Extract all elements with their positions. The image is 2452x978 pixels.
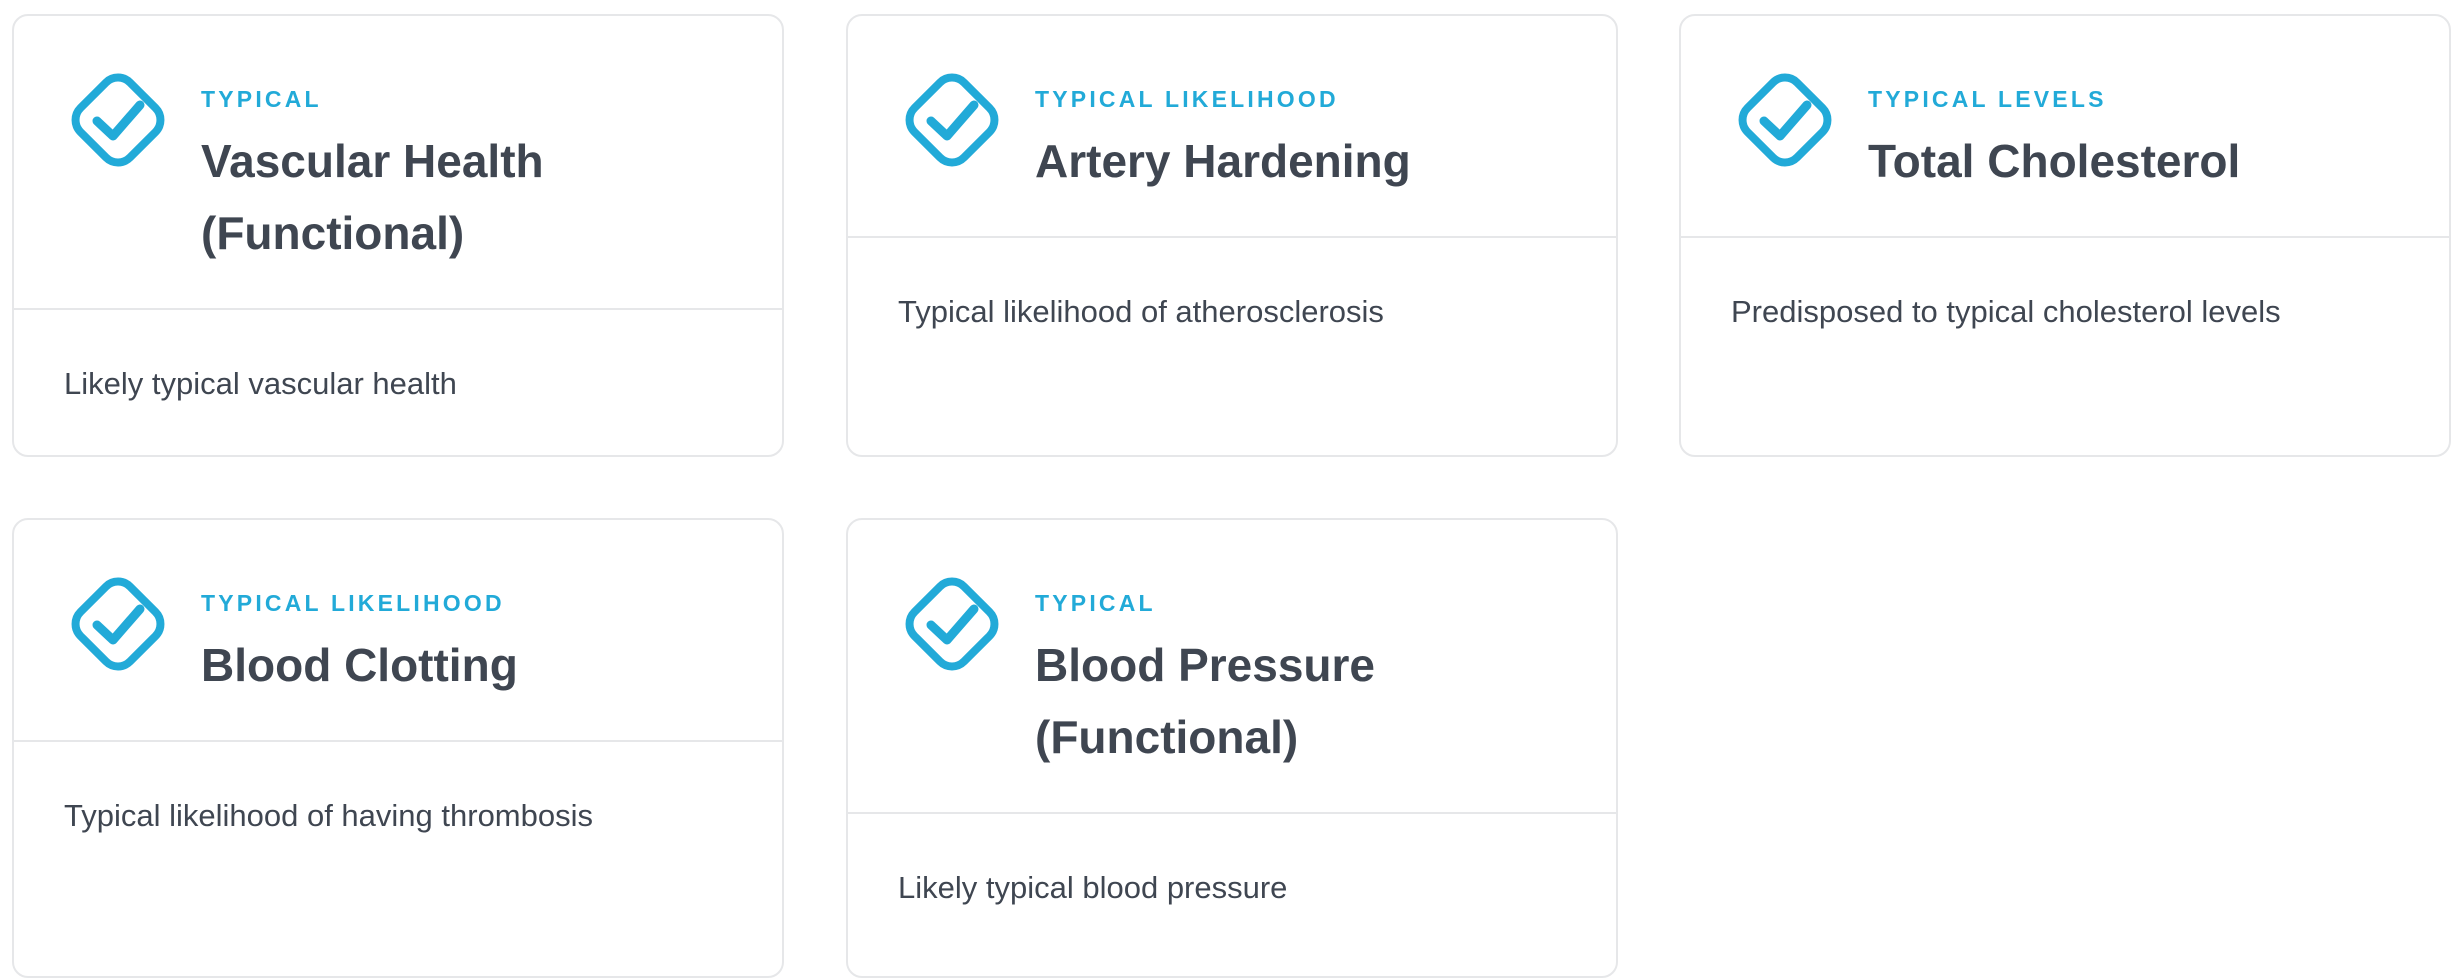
- report-card-total-cholesterol[interactable]: TYPICAL LEVELS Total Cholesterol Predisp…: [1679, 14, 2451, 457]
- check-diamond-icon: [62, 568, 174, 680]
- card-description: Typical likelihood of atherosclerosis: [898, 294, 1384, 329]
- card-description: Likely typical vascular health: [64, 366, 457, 401]
- card-description: Predisposed to typical cholesterol level…: [1731, 294, 2281, 329]
- card-header: TYPICAL LIKELIHOOD Blood Clotting: [14, 520, 782, 742]
- check-diamond-icon: [62, 64, 174, 176]
- card-title: Artery Hardening: [1035, 135, 1411, 187]
- card-header: TYPICAL Vascular Health (Functional): [14, 16, 782, 310]
- status-label: TYPICAL LIKELIHOOD: [201, 590, 505, 616]
- card-header: TYPICAL Blood Pressure (Functional): [848, 520, 1616, 814]
- card-title: Blood Clotting: [201, 639, 518, 691]
- check-diamond-icon: [1729, 64, 1841, 176]
- card-title: Total Cholesterol: [1868, 135, 2241, 187]
- report-card-vascular-health[interactable]: TYPICAL Vascular Health (Functional) Lik…: [12, 14, 784, 457]
- status-label: TYPICAL LIKELIHOOD: [1035, 86, 1339, 112]
- card-title: Vascular Health (Functional): [201, 135, 544, 259]
- check-diamond-icon: [896, 64, 1008, 176]
- status-label: TYPICAL: [1035, 590, 1156, 616]
- status-label: TYPICAL LEVELS: [1868, 86, 2107, 112]
- report-card-blood-pressure[interactable]: TYPICAL Blood Pressure (Functional) Like…: [846, 518, 1618, 978]
- card-description: Typical likelihood of having thrombosis: [64, 798, 593, 833]
- card-header: TYPICAL LEVELS Total Cholesterol: [1681, 16, 2449, 238]
- card-title: Blood Pressure (Functional): [1035, 639, 1375, 763]
- status-label: TYPICAL: [201, 86, 322, 112]
- report-card-blood-clotting[interactable]: TYPICAL LIKELIHOOD Blood Clotting Typica…: [12, 518, 784, 978]
- report-card-artery-hardening[interactable]: TYPICAL LIKELIHOOD Artery Hardening Typi…: [846, 14, 1618, 457]
- check-diamond-icon: [896, 568, 1008, 680]
- card-header: TYPICAL LIKELIHOOD Artery Hardening: [848, 16, 1616, 238]
- card-description: Likely typical blood pressure: [898, 870, 1288, 905]
